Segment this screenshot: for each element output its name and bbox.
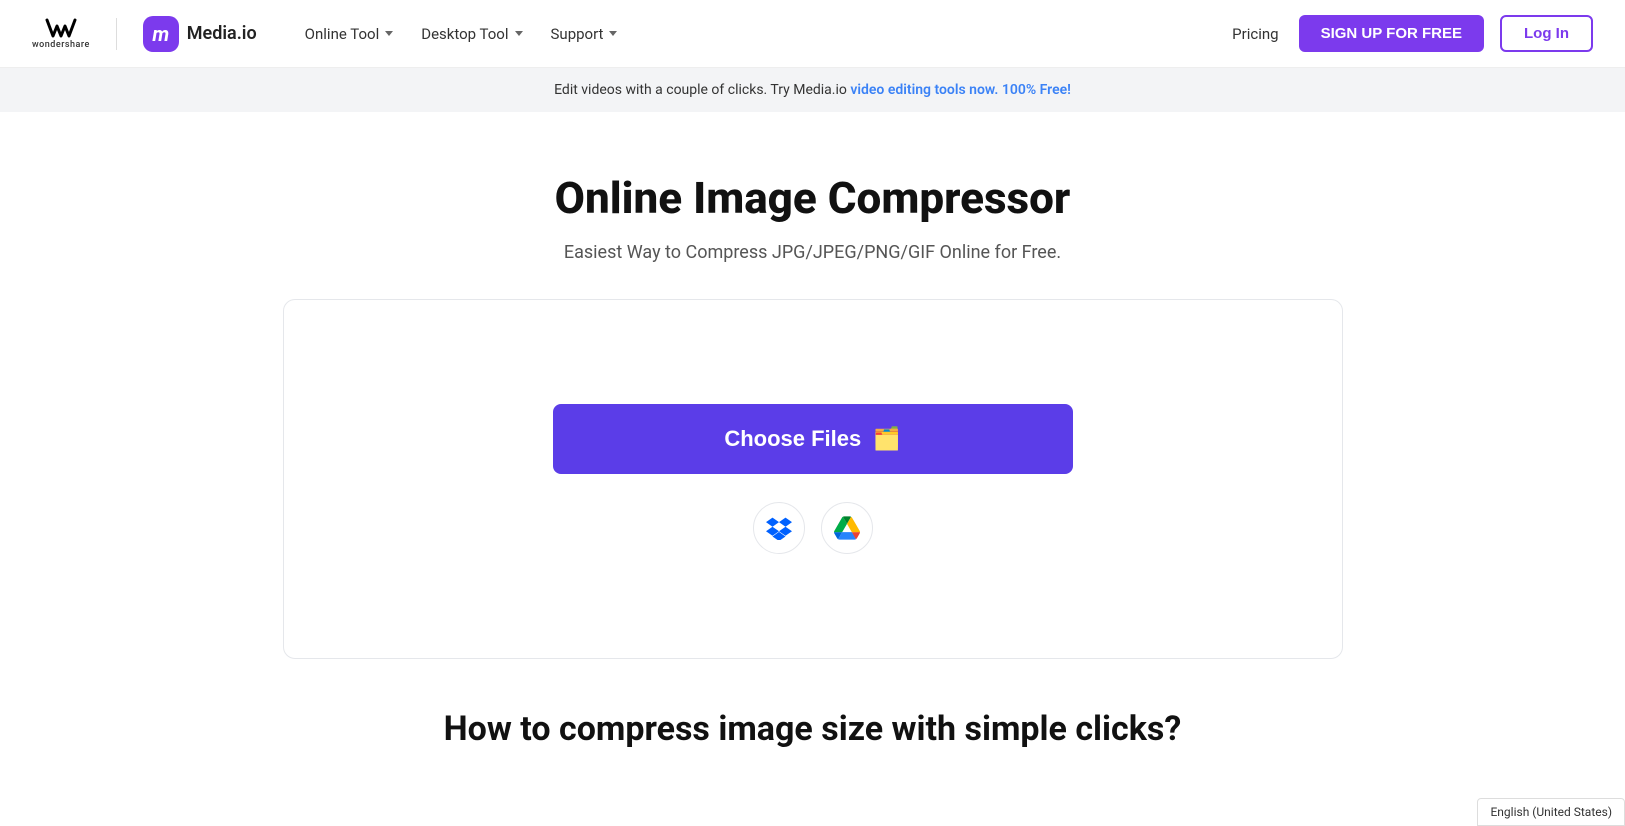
wondershare-label: wondershare [32,40,90,50]
folder-icon: 🗂️ [873,426,900,452]
login-button[interactable]: Log In [1500,15,1593,52]
brand-link[interactable]: wondershare m Media.io [32,16,257,52]
nav-divider [116,18,117,50]
media-io-name: Media.io [187,23,257,44]
how-to-section: How to compress image size with simple c… [20,659,1605,769]
banner-link[interactable]: video editing tools now. 100% Free! [850,82,1071,98]
upload-box: Choose Files 🗂️ [283,299,1343,659]
wondershare-logo: wondershare [32,18,90,50]
dropbox-button[interactable] [753,502,805,554]
media-io-logo: m Media.io [143,16,257,52]
language-badge[interactable]: English (United States) [1477,798,1625,826]
chevron-down-icon [515,31,523,36]
wondershare-icon [45,18,77,38]
google-drive-button[interactable] [821,502,873,554]
nav-desktop-tool[interactable]: Desktop Tool [409,17,534,51]
chevron-down-icon [609,31,617,36]
nav-links: Online Tool Desktop Tool Support [293,17,1229,51]
navbar: wondershare m Media.io Online Tool Deskt… [0,0,1625,68]
chevron-down-icon [385,31,393,36]
how-to-title: How to compress image size with simple c… [40,709,1585,749]
choose-files-button[interactable]: Choose Files 🗂️ [553,404,1073,474]
promo-banner: Edit videos with a couple of clicks. Try… [0,68,1625,112]
nav-support[interactable]: Support [539,17,630,51]
dropbox-icon [766,516,792,540]
main-content: Online Image Compressor Easiest Way to C… [0,112,1625,809]
navbar-right: Pricing SIGN UP FOR FREE Log In [1228,15,1593,52]
cloud-icons [753,502,873,554]
page-title: Online Image Compressor [555,172,1071,224]
page-subtitle: Easiest Way to Compress JPG/JPEG/PNG/GIF… [564,242,1061,263]
google-drive-icon [834,516,860,540]
pricing-link[interactable]: Pricing [1228,17,1282,51]
media-io-icon: m [143,16,179,52]
nav-online-tool[interactable]: Online Tool [293,17,406,51]
signup-button[interactable]: SIGN UP FOR FREE [1299,15,1484,52]
